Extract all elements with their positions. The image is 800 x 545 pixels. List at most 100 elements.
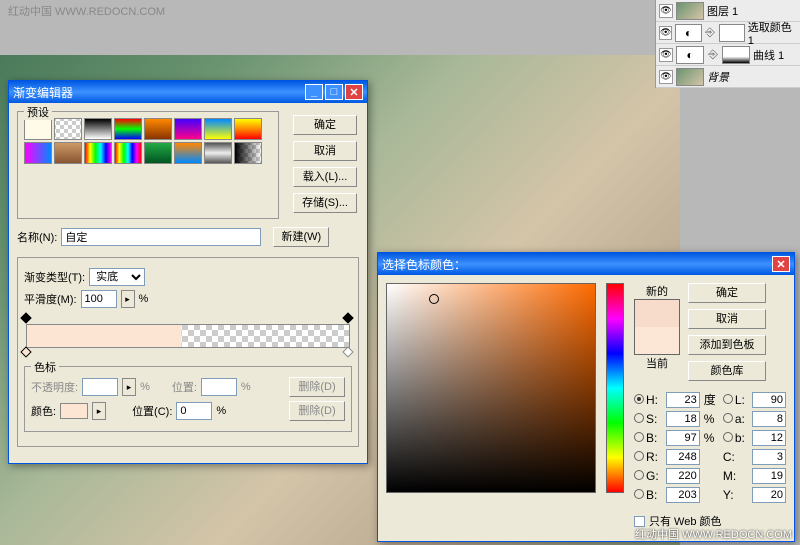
titlebar[interactable]: 选择色标颜色： ✕ (378, 253, 794, 275)
preset-swatch[interactable] (174, 142, 202, 164)
color-lib-button[interactable]: 颜色库 (688, 361, 766, 381)
c-input[interactable] (752, 449, 786, 465)
posc-input[interactable] (176, 402, 212, 420)
visibility-icon[interactable]: 👁 (659, 70, 673, 84)
cancel-button[interactable]: 取消 (293, 141, 357, 161)
opacity-stop[interactable] (22, 314, 32, 324)
b2-input[interactable] (752, 430, 786, 446)
close-button[interactable]: ✕ (772, 256, 790, 272)
preset-swatch[interactable] (204, 142, 232, 164)
preset-swatch[interactable] (24, 118, 52, 140)
layer-row[interactable]: 👁 ◐ ⎆ 选取颜色 1 (656, 22, 800, 44)
watermark-top: 红动中国 WWW.REDOCN.COM (8, 3, 165, 19)
web-only-checkbox[interactable] (634, 516, 645, 527)
s-input[interactable] (666, 411, 700, 427)
g-input[interactable] (666, 468, 700, 484)
bv-input[interactable] (666, 487, 700, 503)
save-button[interactable]: 存储(S)... (293, 193, 357, 213)
color-label: 颜色: (31, 403, 56, 419)
pct-label: % (140, 381, 150, 393)
maximize-button[interactable]: □ (325, 84, 343, 100)
visibility-icon[interactable]: 👁 (659, 48, 673, 62)
preset-swatch[interactable] (114, 118, 142, 140)
preset-swatch[interactable] (234, 118, 262, 140)
link-icon: ⎆ (707, 47, 719, 62)
add-swatch-button[interactable]: 添加到色板 (688, 335, 766, 355)
dialog-title: 选择色标颜色： (382, 256, 770, 273)
type-select[interactable]: 实底 (89, 268, 145, 286)
dropdown-arrow-icon: ▸ (122, 378, 136, 396)
delete-button: 删除(D) (289, 377, 345, 397)
new-button[interactable]: 新建(W) (273, 227, 329, 247)
h-input[interactable] (666, 392, 700, 408)
posc-label: 位置(C): (132, 403, 172, 419)
pos-label: 位置: (172, 379, 197, 395)
dropdown-arrow-icon[interactable]: ▸ (121, 290, 135, 308)
radio-b[interactable] (634, 432, 644, 442)
layer-name: 图层 1 (707, 3, 738, 19)
new-label: 新的 (634, 283, 680, 299)
layers-panel: 👁 图层 1 👁 ◐ ⎆ 选取颜色 1 👁 ◐ ⎆ 曲线 1 👁 背景 (655, 0, 800, 88)
radio-s[interactable] (634, 413, 644, 423)
preset-swatch[interactable] (234, 142, 262, 164)
pct-label: % (139, 293, 149, 305)
l-input[interactable] (752, 392, 786, 408)
load-button[interactable]: 载入(L)... (293, 167, 357, 187)
y-input[interactable] (752, 487, 786, 503)
new-color-swatch (635, 300, 679, 327)
delete-button: 删除(D) (289, 401, 345, 421)
radio-bv[interactable] (634, 489, 644, 499)
preset-swatch[interactable] (54, 142, 82, 164)
layer-row[interactable]: 👁 背景 (656, 66, 800, 88)
gradient-editor-dialog: 渐变编辑器 _ □ ✕ 确定 取消 载入(L)... 存储(S)... 预设 (8, 80, 368, 464)
unit-label: % (704, 431, 719, 445)
radio-a[interactable] (723, 413, 733, 423)
type-label: 渐变类型(T): (24, 269, 85, 285)
minimize-button[interactable]: _ (305, 84, 323, 100)
hue-slider[interactable] (606, 283, 624, 493)
preset-swatch[interactable] (114, 142, 142, 164)
smooth-input[interactable] (81, 290, 117, 308)
radio-g[interactable] (634, 470, 644, 480)
preset-swatch[interactable] (24, 142, 52, 164)
a-input[interactable] (752, 411, 786, 427)
preset-grid (24, 118, 272, 164)
color-swatch[interactable] (60, 403, 88, 419)
current-color-swatch (635, 327, 679, 354)
r-input[interactable] (666, 449, 700, 465)
dialog-title: 渐变编辑器 (13, 84, 303, 101)
cancel-button[interactable]: 取消 (688, 309, 766, 329)
color-ring-icon[interactable] (429, 294, 439, 304)
ok-button[interactable]: 确定 (688, 283, 766, 303)
preset-swatch[interactable] (54, 118, 82, 140)
layer-row[interactable]: 👁 ◐ ⎆ 曲线 1 (656, 44, 800, 66)
close-button[interactable]: ✕ (345, 84, 363, 100)
radio-r[interactable] (634, 451, 644, 461)
mask-thumb (722, 46, 750, 64)
radio-b2[interactable] (723, 432, 733, 442)
preset-swatch[interactable] (144, 142, 172, 164)
pct-label: % (241, 381, 251, 393)
layer-thumb (676, 2, 704, 20)
preset-swatch[interactable] (84, 118, 112, 140)
titlebar[interactable]: 渐变编辑器 _ □ ✕ (9, 81, 367, 103)
color-field[interactable] (386, 283, 596, 493)
layer-thumb (676, 68, 704, 86)
opacity-stop[interactable] (344, 314, 354, 324)
stops-legend: 色标 (31, 359, 59, 375)
m-input[interactable] (752, 468, 786, 484)
color-stop[interactable] (344, 348, 354, 360)
gradient-bar[interactable] (26, 324, 350, 348)
preset-swatch[interactable] (174, 118, 202, 140)
visibility-icon[interactable]: 👁 (659, 26, 672, 40)
radio-l[interactable] (723, 394, 733, 404)
preset-swatch[interactable] (144, 118, 172, 140)
ok-button[interactable]: 确定 (293, 115, 357, 135)
preset-swatch[interactable] (84, 142, 112, 164)
preset-swatch[interactable] (204, 118, 232, 140)
dropdown-arrow-icon[interactable]: ▸ (92, 402, 106, 420)
name-input[interactable] (61, 228, 261, 246)
visibility-icon[interactable]: 👁 (659, 4, 673, 18)
b-input[interactable] (666, 430, 700, 446)
radio-h[interactable] (634, 394, 644, 404)
